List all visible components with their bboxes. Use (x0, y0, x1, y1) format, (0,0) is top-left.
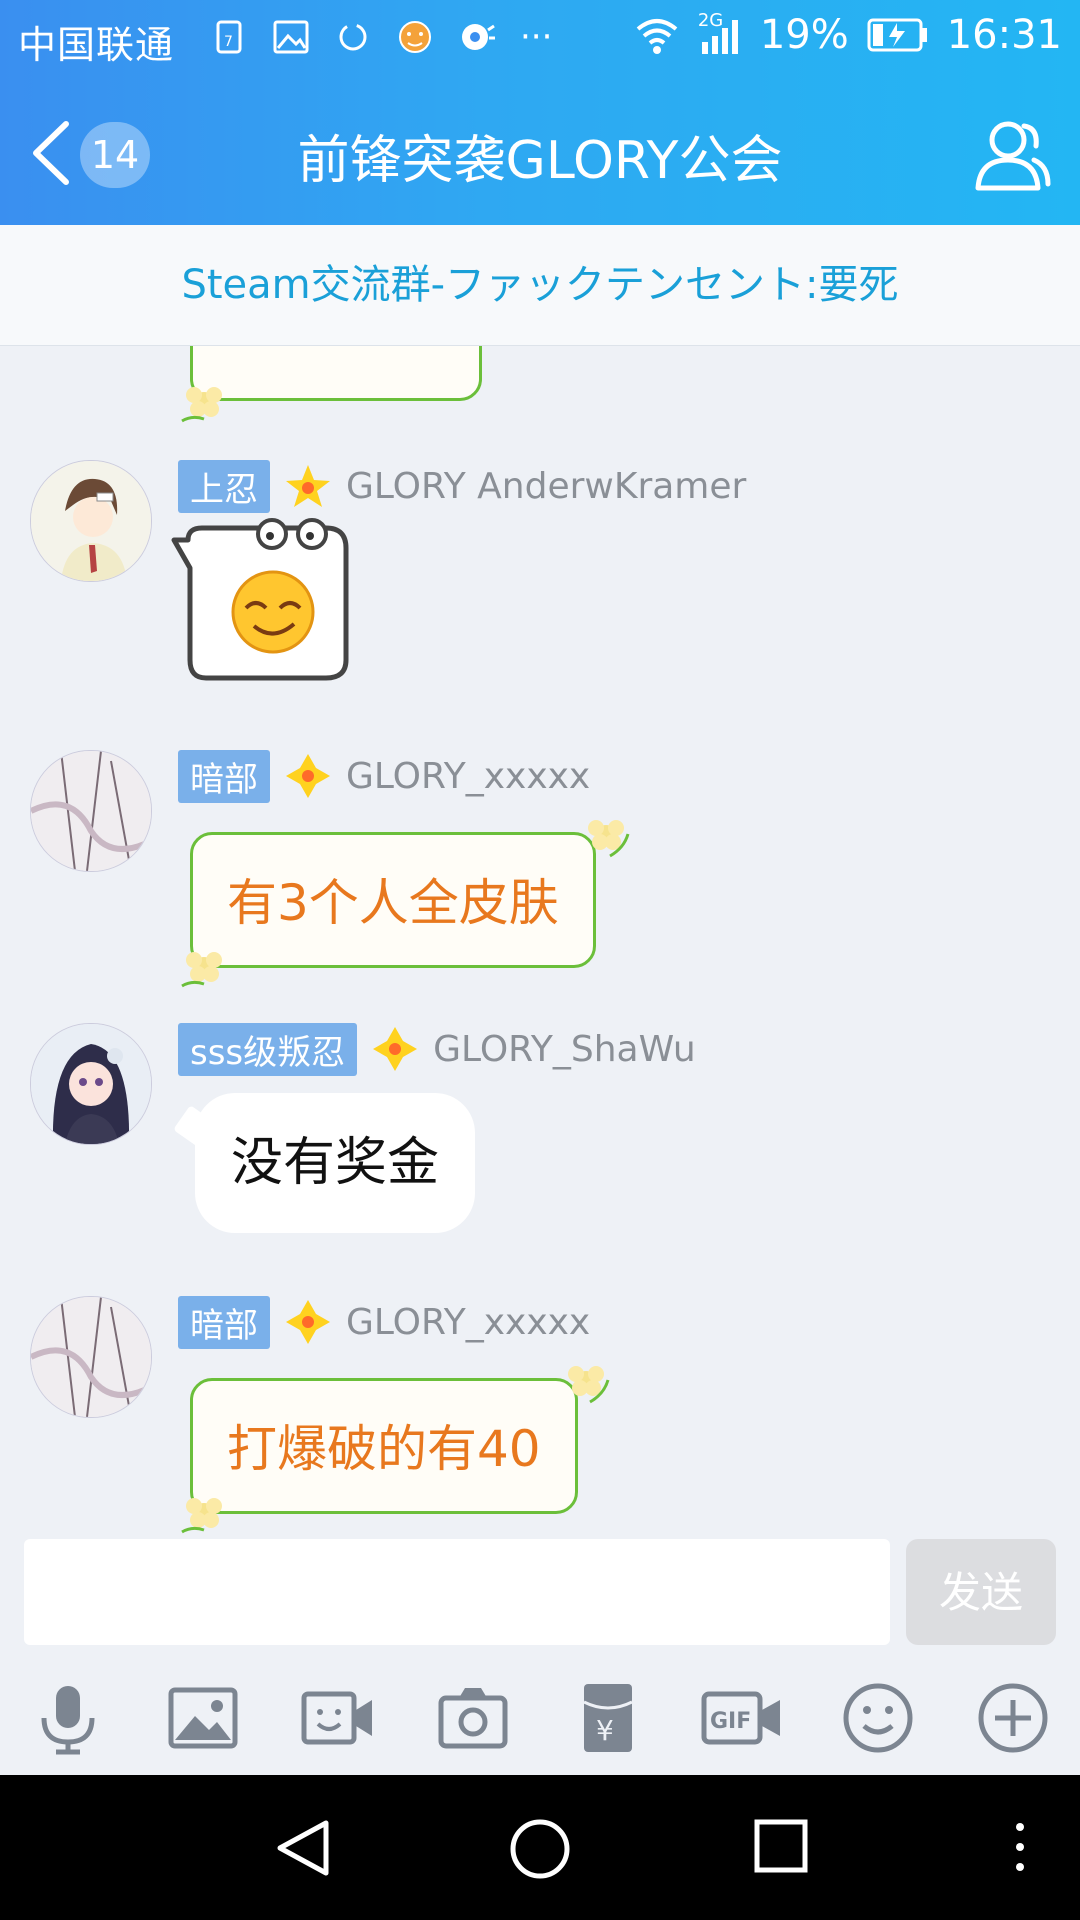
battery-percent: 19% (759, 12, 849, 58)
group-members-icon[interactable] (972, 114, 1052, 194)
message-meta: 上忍 GLORY AnderwKramer (178, 459, 746, 513)
message-bubble[interactable]: 有3个人全皮肤 (190, 832, 596, 968)
avatar[interactable] (30, 1023, 152, 1145)
flower-decoration-icon (181, 387, 222, 423)
nav-recents-icon[interactable] (752, 1817, 810, 1875)
camera-icon[interactable] (435, 1680, 511, 1756)
wifi-icon (636, 19, 678, 54)
input-toolbar: ¥ GIF (0, 1650, 1080, 1775)
member-title-badge: sss级叛忍 (178, 1022, 358, 1076)
avatar[interactable] (30, 1296, 152, 1418)
message-item: 暗部 GLORY_xxxxx 有3个人全皮肤 (0, 749, 1080, 988)
notification-icons: 7 ··· (208, 16, 552, 58)
signal-icon (701, 20, 738, 54)
avatar[interactable] (30, 750, 152, 872)
carrier-label: 中国联通 (18, 23, 175, 67)
avatar-sketch-image (31, 1297, 151, 1417)
face-notify-icon (399, 21, 431, 53)
emoji-icon[interactable] (840, 1680, 916, 1756)
sender-name[interactable]: GLORY_xxxxx (346, 1302, 590, 1343)
system-navigation-bar (0, 1775, 1080, 1920)
avatar-girl-image (31, 1024, 151, 1144)
send-button[interactable]: 发送 (906, 1539, 1056, 1645)
video-call-icon[interactable] (300, 1680, 376, 1756)
star-level-icon (286, 465, 330, 507)
group-title: 前锋突袭GLORY公会 (297, 131, 783, 191)
plus-icon[interactable] (975, 1680, 1051, 1756)
message-item: sss级叛忍 GLORY_ShaWu 没有奖金 (0, 1022, 1080, 1253)
message-input[interactable] (24, 1539, 890, 1645)
more-notifications: ··· (520, 17, 553, 57)
message-item: 上忍 GLORY AnderwKramer (0, 459, 1080, 690)
group-notice-banner[interactable]: Steam交流群-ファックテンセント:要死 (0, 225, 1080, 346)
member-title-badge: 暗部 (178, 749, 270, 803)
gif-icon[interactable]: GIF (700, 1680, 784, 1756)
diamond-level-icon (286, 1300, 330, 1344)
qq-notify-icon (462, 24, 495, 50)
chat-list[interactable]: 上忍 GLORY AnderwKramer 暗部 GLORY_xxxxx 有3个… (0, 225, 1080, 1535)
clock: 16:31 (946, 12, 1062, 58)
svg-text:GIF: GIF (710, 1709, 751, 1734)
member-title-badge: 暗部 (178, 1295, 270, 1349)
mic-icon[interactable] (30, 1680, 106, 1756)
avatar[interactable] (30, 460, 152, 582)
signal-group: 2G (698, 10, 742, 56)
chat-header: 14 前锋突袭GLORY公会 (0, 80, 1080, 225)
smug-face-sticker-icon[interactable] (166, 518, 362, 690)
nav-back-icon[interactable] (270, 1817, 340, 1879)
top-bar: 中国联通 7 ··· 2G 19% 16:31 14 前锋突袭GLORY公会 (0, 0, 1080, 225)
nav-menu-icon[interactable] (1012, 1817, 1028, 1877)
message-bubble[interactable]: 打爆破的有40 (190, 1378, 578, 1514)
nav-home-icon[interactable] (508, 1817, 572, 1881)
flower-decoration-icon (181, 952, 222, 988)
status-bar: 中国联通 7 ··· 2G 19% 16:31 (0, 0, 1080, 80)
flower-decoration-icon (181, 1498, 222, 1534)
message-item: 暗部 GLORY_xxxxx 打爆破的有40 (0, 1295, 1080, 1534)
red-packet-icon[interactable]: ¥ (570, 1680, 646, 1756)
sim-icon: 7 (216, 20, 242, 54)
battery-icon (867, 18, 927, 52)
svg-text:7: 7 (224, 34, 233, 50)
member-title-badge: 上忍 (178, 459, 270, 513)
message-meta: 暗部 GLORY_xxxxx (178, 1295, 590, 1349)
gallery-icon (273, 20, 309, 54)
diamond-level-icon (373, 1027, 418, 1071)
message-meta: sss级叛忍 GLORY_ShaWu (178, 1022, 696, 1076)
avatar-boy-image (31, 461, 151, 581)
sender-name[interactable]: GLORY_ShaWu (433, 1029, 696, 1070)
status-right: 2G 19% 16:31 (634, 10, 1062, 58)
diamond-level-icon (286, 754, 330, 798)
sender-name[interactable]: GLORY AnderwKramer (346, 466, 746, 507)
flower-decoration-icon (568, 1366, 610, 1404)
message-bubble[interactable]: 没有奖金 (195, 1093, 476, 1233)
flower-decoration-icon (588, 820, 630, 858)
message-meta: 暗部 GLORY_xxxxx (178, 749, 590, 803)
avatar-sketch-image (31, 751, 151, 871)
sender-name[interactable]: GLORY_xxxxx (346, 756, 590, 797)
sync-icon (339, 23, 367, 51)
svg-text:¥: ¥ (596, 1714, 614, 1747)
image-icon[interactable] (165, 1680, 241, 1756)
